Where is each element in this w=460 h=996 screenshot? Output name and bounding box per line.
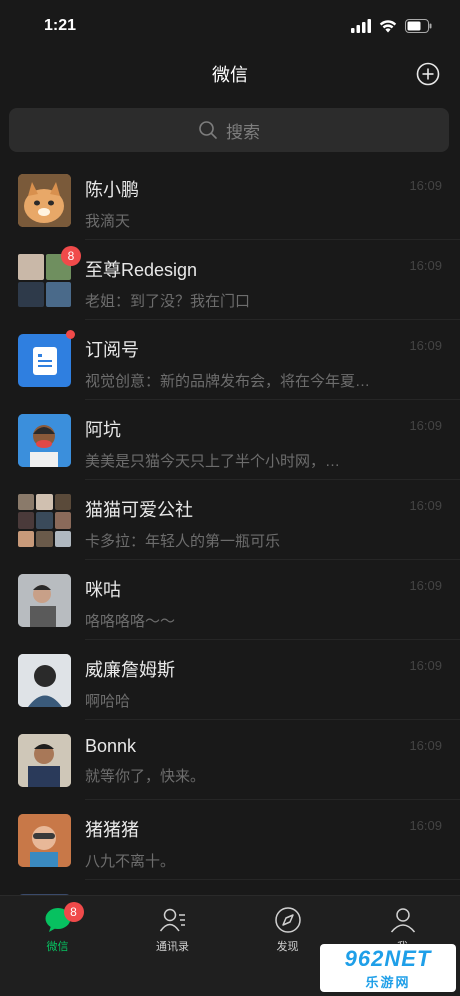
chat-preview: 老姐：到了没？我在门口 (85, 293, 251, 310)
chat-item[interactable]: 猪猪猪 八九不离十。 16:09 (0, 800, 460, 880)
avatar (18, 814, 71, 867)
chat-preview: 八九不离十。 (85, 853, 176, 870)
page-title: 微信 (212, 65, 248, 85)
chat-item[interactable]: 威廉詹姆斯 啊哈哈 16:09 (0, 640, 460, 720)
nav-bar: 微信 (0, 52, 460, 96)
person-avatar-icon (18, 414, 71, 467)
document-icon (32, 346, 57, 375)
chat-preview: 视觉创意：新的品牌发布会，将在今年夏… (85, 373, 371, 390)
chat-preview: 啊哈哈 (85, 693, 131, 710)
chat-item[interactable]: 陈小鹏 我滴天 16:09 (0, 160, 460, 240)
chat-time: 16:09 (409, 818, 442, 833)
watermark-logo: 962NET 乐游网 (320, 944, 456, 992)
chat-time: 16:09 (409, 418, 442, 433)
chat-name: 猪猪猪 (85, 820, 139, 840)
chat-time: 16:09 (409, 658, 442, 673)
chat-time: 16:09 (409, 178, 442, 193)
unread-badge: 8 (63, 902, 84, 922)
compass-icon (274, 907, 301, 933)
chat-item[interactable]: 8 至尊Redesign 老姐：到了没？我在门口 16:09 (0, 240, 460, 320)
chat-time: 16:09 (409, 738, 442, 753)
tab-label: 发现 (276, 941, 299, 953)
person-avatar-icon (18, 654, 71, 707)
chat-item[interactable]: Bonnk 就等你了，快来。 16:09 (0, 720, 460, 800)
battery-icon (405, 19, 432, 33)
status-bar: 1:21 (0, 0, 460, 52)
tab-chats[interactable]: 8 微信 (0, 896, 115, 996)
chat-name: 陈小鹏 (85, 180, 139, 200)
avatar: 8 (18, 246, 81, 307)
chat-preview: 美美是只猫今天只上了半个小时网，… (85, 453, 341, 470)
unread-dot (66, 330, 75, 339)
wifi-icon (379, 20, 397, 33)
signal-icon (351, 19, 371, 33)
chat-preview: 卡多拉：年轻人的第一瓶可乐 (85, 533, 281, 550)
search-input[interactable]: 搜索 (9, 108, 449, 152)
person-avatar-icon (18, 734, 71, 787)
avatar (18, 494, 71, 547)
chat-name: 威廉詹姆斯 (85, 660, 175, 680)
chat-name: 咪咕 (85, 580, 121, 600)
chat-preview: 咯咯咯咯～～ (85, 613, 176, 630)
contacts-icon (159, 908, 185, 932)
search-placeholder: 搜索 (226, 122, 260, 142)
avatar (18, 734, 71, 787)
chat-item[interactable]: 猫猫可爱公社 卡多拉：年轻人的第一瓶可乐 16:09 (0, 480, 460, 560)
chat-item[interactable]: 订阅号 视觉创意：新的品牌发布会，将在今年夏… 16:09 (0, 320, 460, 400)
chat-name: Bonnk (85, 736, 137, 756)
unread-badge: 8 (61, 246, 81, 266)
chat-name: 至尊Redesign (85, 260, 198, 280)
chat-name: 猫猫可爱公社 (85, 500, 193, 520)
watermark-top: 962NET (344, 945, 432, 971)
avatar (18, 414, 71, 467)
status-icons (351, 19, 432, 33)
add-circle-icon[interactable] (416, 62, 440, 86)
chat-time: 16:09 (409, 338, 442, 353)
chat-time: 16:09 (409, 258, 442, 273)
tab-contacts[interactable]: 通讯录 (115, 896, 230, 996)
cat-avatar-icon (18, 174, 71, 227)
person-avatar-icon (18, 814, 71, 867)
chat-preview: 我滴天 (85, 213, 131, 230)
tab-label: 通讯录 (156, 941, 189, 953)
avatar (18, 574, 71, 627)
chat-item[interactable]: 阿坑 美美是只猫今天只上了半个小时网，… 16:09 (0, 400, 460, 480)
watermark-bottom: 乐游网 (365, 974, 411, 990)
avatar (18, 174, 71, 227)
tab-label: 微信 (46, 941, 69, 953)
chat-time: 16:09 (409, 498, 442, 513)
chat-item[interactable]: 咪咕 咯咯咯咯～～ 16:09 (0, 560, 460, 640)
chat-name: 阿坑 (85, 420, 121, 440)
person-avatar-icon (18, 574, 71, 627)
chat-item[interactable] (0, 880, 460, 895)
search-icon (199, 121, 217, 139)
chat-time: 16:09 (409, 578, 442, 593)
chat-list: 陈小鹏 我滴天 16:09 8 至尊Redesign 老姐：到了没？我在门口 1… (0, 160, 460, 895)
avatar (18, 654, 71, 707)
chat-preview: 就等你了，快来。 (85, 768, 206, 785)
chat-name: 订阅号 (85, 340, 139, 360)
person-icon (390, 908, 415, 933)
avatar (18, 330, 75, 387)
status-time: 1:21 (44, 17, 77, 34)
